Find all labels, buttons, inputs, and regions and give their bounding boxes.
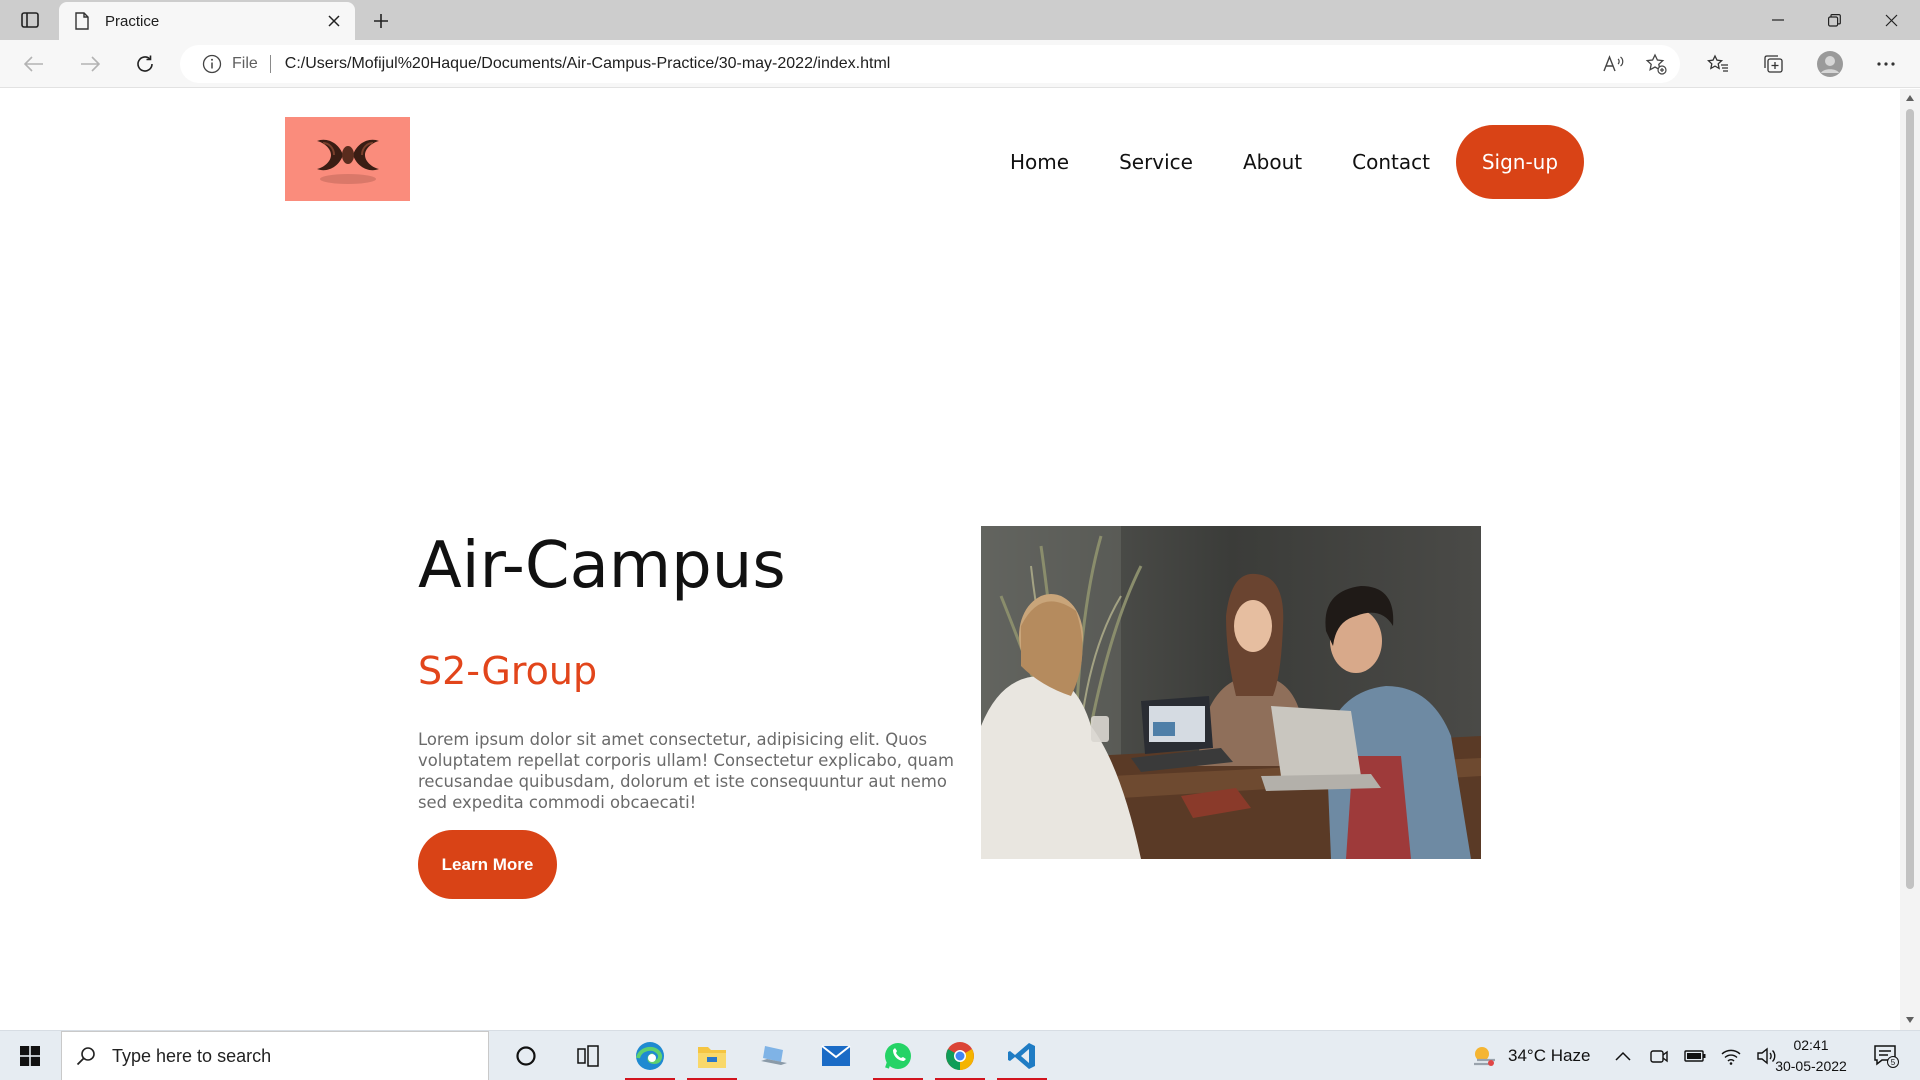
page-icon [75,11,91,31]
restore-icon[interactable] [1806,0,1863,40]
page-scrollbar[interactable] [1900,89,1920,1030]
nav-about-link[interactable]: About [1243,150,1302,174]
close-window-icon[interactable] [1863,0,1920,40]
chrome-icon[interactable] [929,1031,991,1080]
address-url[interactable]: C:/Users/Mofijul%20Haque/Documents/Air-C… [285,55,1596,73]
taskbar-search-input[interactable] [112,1045,472,1067]
back-arrow-icon[interactable] [16,48,52,80]
site-navigation: Home Service About Contact Sign-up [1010,125,1584,199]
learn-more-button[interactable]: Learn More [418,830,557,899]
hero-photo [981,526,1481,859]
collections-icon[interactable] [1746,48,1802,80]
weather-text[interactable]: 34°C Haze [1508,1046,1590,1066]
system-tray: 34°C Haze [1470,1031,1782,1080]
hero-title: Air-Campus [418,529,786,603]
taskbar-search[interactable] [61,1031,489,1080]
tab-title: Practice [105,12,160,30]
browser-toolbar: File C:/Users/Mofijul%20Haque/Documents/… [0,40,1920,88]
nav-service-link[interactable]: Service [1119,150,1193,174]
new-tab-plus-icon[interactable] [366,6,396,36]
file-explorer-icon[interactable] [681,1031,743,1080]
signup-button[interactable]: Sign-up [1455,125,1584,199]
hero-description: Lorem ipsum dolor sit amet consectetur, … [418,730,955,812]
cortana-icon[interactable] [495,1031,557,1080]
toolbar-right [1690,48,1914,80]
taskbar-clock[interactable]: 02:41 30-05-2022 [1762,1035,1860,1077]
chevron-up-icon[interactable] [1608,1041,1638,1071]
profile-avatar-icon[interactable] [1802,48,1858,80]
taskbar-apps [495,1031,1053,1080]
nav-home-link[interactable]: Home [1010,150,1069,174]
scroll-down-arrow-icon[interactable] [1905,1015,1915,1025]
whatsapp-icon[interactable] [867,1031,929,1080]
clock-date: 30-05-2022 [1775,1058,1847,1074]
battery-icon[interactable] [1680,1041,1710,1071]
meet-now-icon[interactable] [1644,1041,1674,1071]
edge-browser-icon[interactable] [619,1031,681,1080]
scrollbar-thumb[interactable] [1906,109,1914,889]
refresh-icon[interactable] [127,48,163,80]
browser-tab-active[interactable]: Practice [59,2,355,40]
search-icon [76,1045,98,1067]
more-options-icon[interactable] [1858,48,1914,80]
info-icon[interactable] [202,54,222,74]
address-scheme: File [232,55,258,72]
hero-subtitle: S2-Group [418,649,598,693]
mail-icon[interactable] [805,1031,867,1080]
window-controls [1749,0,1920,40]
network-icon[interactable] [1716,1041,1746,1071]
favorites-icon[interactable] [1690,48,1746,80]
notification-center-icon[interactable]: 5 [1866,1039,1906,1073]
scroll-up-arrow-icon[interactable] [1905,93,1915,103]
weather-haze-icon[interactable] [1470,1041,1500,1071]
site-logo[interactable] [285,117,410,201]
nav-contact-link[interactable]: Contact [1352,150,1430,174]
clock-time: 02:41 [1793,1037,1829,1053]
minimize-icon[interactable] [1749,0,1806,40]
address-separator [269,55,271,73]
tab-actions-icon[interactable] [14,8,46,32]
task-view-icon[interactable] [557,1031,619,1080]
page-viewport: Home Service About Contact Sign-up Air-C… [0,89,1900,1030]
vscode-icon[interactable] [991,1031,1053,1080]
browser-tab-bar: Practice [0,0,1920,40]
address-field[interactable]: File C:/Users/Mofijul%20Haque/Documents/… [180,45,1680,83]
laptop-app-icon[interactable] [743,1031,805,1080]
notification-count: 5 [1891,1058,1896,1067]
read-aloud-icon[interactable] [1596,48,1632,80]
close-tab-icon[interactable] [319,6,349,36]
windows-start-icon[interactable] [8,1036,52,1076]
forward-arrow-icon[interactable] [72,48,108,80]
windows-taskbar: 34°C Haze 02:41 30-05-2022 5 [0,1030,1920,1080]
add-favorite-icon[interactable] [1638,48,1674,80]
